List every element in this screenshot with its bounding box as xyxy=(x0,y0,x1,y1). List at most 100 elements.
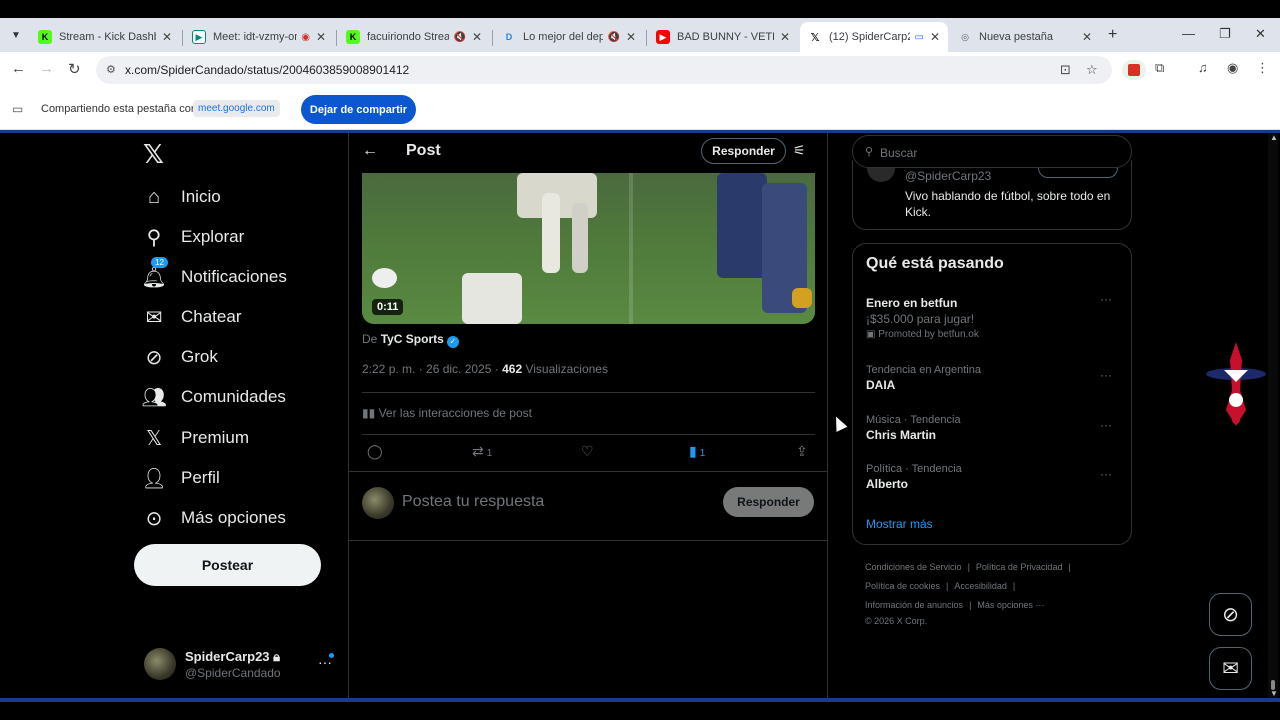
like-heart-icon[interactable]: ♡ xyxy=(581,443,594,460)
footer-link[interactable]: Condiciones de Servicio xyxy=(865,562,962,572)
d-icon: D xyxy=(505,32,513,42)
back-icon[interactable]: ← xyxy=(11,60,26,77)
reply-input[interactable]: Postea tu respuesta xyxy=(402,493,544,511)
extensions-icon[interactable]: ⧉ xyxy=(1155,60,1164,76)
tab-kick-stream[interactable]: K facuiriondo Stream 🔇 ✕ xyxy=(338,22,490,52)
nav-item-explorar[interactable]: ⚲ Explorar xyxy=(142,222,245,252)
scroll-down-icon[interactable]: ▼ xyxy=(1270,689,1278,698)
post-button[interactable]: Postear xyxy=(134,544,321,586)
view-interactions-link[interactable]: ▮▮ Ver las interacciones de post xyxy=(362,406,532,420)
nav-label: Chatear xyxy=(181,307,242,326)
share-icon[interactable]: ⇪ xyxy=(796,443,808,460)
settings-sliders-icon[interactable]: ⚟ xyxy=(793,142,806,159)
forward-icon[interactable]: → xyxy=(39,60,54,77)
account-switcher[interactable]: SpiderCarp23 🔒︎ @SpiderCandado ··· xyxy=(144,648,344,684)
new-tab-plus-icon[interactable]: + xyxy=(1108,26,1117,44)
source-link[interactable]: TyC Sports xyxy=(381,332,444,346)
reload-icon[interactable]: ↻ xyxy=(68,60,81,78)
reply-submit-button[interactable]: Responder xyxy=(723,487,814,517)
close-icon[interactable]: ✕ xyxy=(930,30,940,44)
reply-icon[interactable]: ◯ xyxy=(367,443,383,460)
tab-kick-dashboard[interactable]: K Stream - Kick Dashboa ✕ xyxy=(30,22,180,52)
bookmark-star-icon[interactable]: ☆ xyxy=(1086,62,1098,78)
screen-top-edge xyxy=(0,0,1280,18)
kick-icon: K xyxy=(38,30,52,44)
footer-link[interactable]: Política de Privacidad xyxy=(976,562,1063,572)
more-dots-icon[interactable]: ··· xyxy=(1100,418,1112,432)
retweet-count: 1 xyxy=(486,448,493,459)
trend-item[interactable]: Música · Tendencia Chris Martin ··· xyxy=(866,414,1120,442)
trend-item[interactable]: Enero en betfun ¡$35.000 para jugar! ▣ P… xyxy=(866,292,1120,340)
muted-icon[interactable]: 🔇 xyxy=(453,32,465,43)
address-bar[interactable]: ⚙ x.com/SpiderCandado/status/20046038590… xyxy=(96,56,1112,84)
site-info-icon[interactable]: ⚙ xyxy=(106,63,116,76)
tab-meet[interactable]: ▶ Meet: idt-vzmy-om ◉ ✕ xyxy=(184,22,334,52)
home-icon: ⌂ xyxy=(147,185,161,208)
more-dots-icon[interactable]: ··· xyxy=(1100,368,1112,382)
muted-icon[interactable]: 🔇 xyxy=(607,32,619,43)
recording-extension-icon[interactable] xyxy=(1122,60,1146,80)
minimize-icon[interactable]: — xyxy=(1182,26,1195,41)
show-more-link[interactable]: Mostrar más xyxy=(866,517,933,531)
footer-row: © 2026 X Corp. xyxy=(865,616,1125,626)
close-icon[interactable]: ✕ xyxy=(1082,30,1092,44)
more-dots-icon[interactable]: ··· xyxy=(1100,467,1112,481)
scroll-up-icon[interactable]: ▲ xyxy=(1270,133,1278,142)
divider xyxy=(362,434,815,435)
more-icon: ⊙ xyxy=(145,507,163,530)
stop-sharing-button[interactable]: Dejar de compartir xyxy=(301,95,416,124)
close-icon[interactable]: ✕ xyxy=(316,30,326,44)
footer-link[interactable]: Accesibilidad xyxy=(954,581,1007,591)
nav-item-mas-opciones[interactable]: ⊙ Más opciones xyxy=(142,503,286,533)
tab-title: BAD BUNNY - VETE | V xyxy=(677,31,774,43)
reply-header-button[interactable]: Responder xyxy=(701,138,786,164)
x-logo-icon[interactable]: 𝕏 xyxy=(143,139,164,170)
post-time[interactable]: 2:22 p. m. · 26 dic. 2025 · xyxy=(362,362,499,376)
search-input[interactable]: ⚲ Buscar xyxy=(852,135,1132,168)
nav-item-grok[interactable]: ⊘ Grok xyxy=(142,342,218,372)
footer-link[interactable]: Política de cookies xyxy=(865,581,940,591)
tab-title: (12) SpiderCarp23 xyxy=(829,31,911,43)
more-dots-icon[interactable]: ··· xyxy=(1100,292,1112,306)
trend-item[interactable]: Tendencia en Argentina DAIA ··· xyxy=(866,364,1120,392)
tab-x-active[interactable]: 𝕏 (12) SpiderCarp23 ▭ ✕ xyxy=(800,22,948,52)
install-icon[interactable]: ⊡ xyxy=(1060,62,1071,78)
scrollbar[interactable]: ▲ ▼ xyxy=(1268,133,1278,698)
tab-search-chevron-icon[interactable]: ▼ xyxy=(6,25,26,45)
tab-youtube[interactable]: ▶ BAD BUNNY - VETE | V ✕ xyxy=(648,22,798,52)
trend-item[interactable]: Política · Tendencia Alberto ··· xyxy=(866,463,1120,491)
nav-item-premium[interactable]: 𝕏 Premium xyxy=(142,423,249,453)
nav-item-inicio[interactable]: ⌂ Inicio xyxy=(142,182,221,212)
grok-fab-icon[interactable]: ⊘ xyxy=(1209,593,1252,636)
nav-item-chatear[interactable]: ✉ Chatear xyxy=(142,302,242,332)
nav-label: Más opciones xyxy=(181,508,286,527)
post-column: ← Post Responder ⚟ 0:11 De TyC Sports ✓ 2… xyxy=(348,133,828,698)
close-icon[interactable]: ✕ xyxy=(162,30,172,44)
retweet-icon[interactable]: ⇄ 1 xyxy=(472,443,492,460)
footer-link[interactable]: Información de anuncios xyxy=(865,600,963,610)
url-text[interactable]: x.com/SpiderCandado/status/2004603859008… xyxy=(125,63,409,77)
nav-item-comunidades[interactable]: 👥︎ Comunidades xyxy=(141,382,286,412)
maximize-icon[interactable]: ❐ xyxy=(1219,26,1231,42)
media-control-icon[interactable]: ♫ xyxy=(1198,60,1208,75)
profile-icon[interactable]: ◉ xyxy=(1227,60,1238,76)
nav-item-notificaciones[interactable]: 🔔︎ 12 Notificaciones xyxy=(141,257,287,292)
bookmark-icon[interactable]: ▮ 1 xyxy=(689,443,705,460)
close-icon[interactable]: ✕ xyxy=(472,30,482,44)
close-icon[interactable]: ✕ xyxy=(626,30,636,44)
messages-fab-icon[interactable]: ✉ xyxy=(1209,647,1252,690)
tab-new[interactable]: ◎ Nueva pestaña ✕ xyxy=(950,22,1100,52)
window-close-icon[interactable]: ✕ xyxy=(1255,26,1266,42)
tab-deportes[interactable]: D Lo mejor del depor 🔇 ✕ xyxy=(494,22,644,52)
post-meta: 2:22 p. m. · 26 dic. 2025 · 462 Visualiz… xyxy=(362,362,608,376)
video-player[interactable]: 0:11 xyxy=(362,173,815,324)
nav-item-perfil[interactable]: 👤︎ Perfil xyxy=(141,463,219,493)
trends-title: Qué está pasando xyxy=(866,255,1004,272)
menu-kebab-icon[interactable]: ⋮ xyxy=(1256,60,1269,76)
close-icon[interactable]: ✕ xyxy=(780,30,790,44)
search-icon: ⚲ xyxy=(865,146,874,158)
chrome-icon: ◎ xyxy=(961,31,969,42)
back-arrow-icon[interactable]: ← xyxy=(362,142,378,160)
footer-row: Información de anuncios | Más opciones ··· xyxy=(865,600,1045,610)
footer-link[interactable]: Más opciones ··· xyxy=(977,600,1044,610)
